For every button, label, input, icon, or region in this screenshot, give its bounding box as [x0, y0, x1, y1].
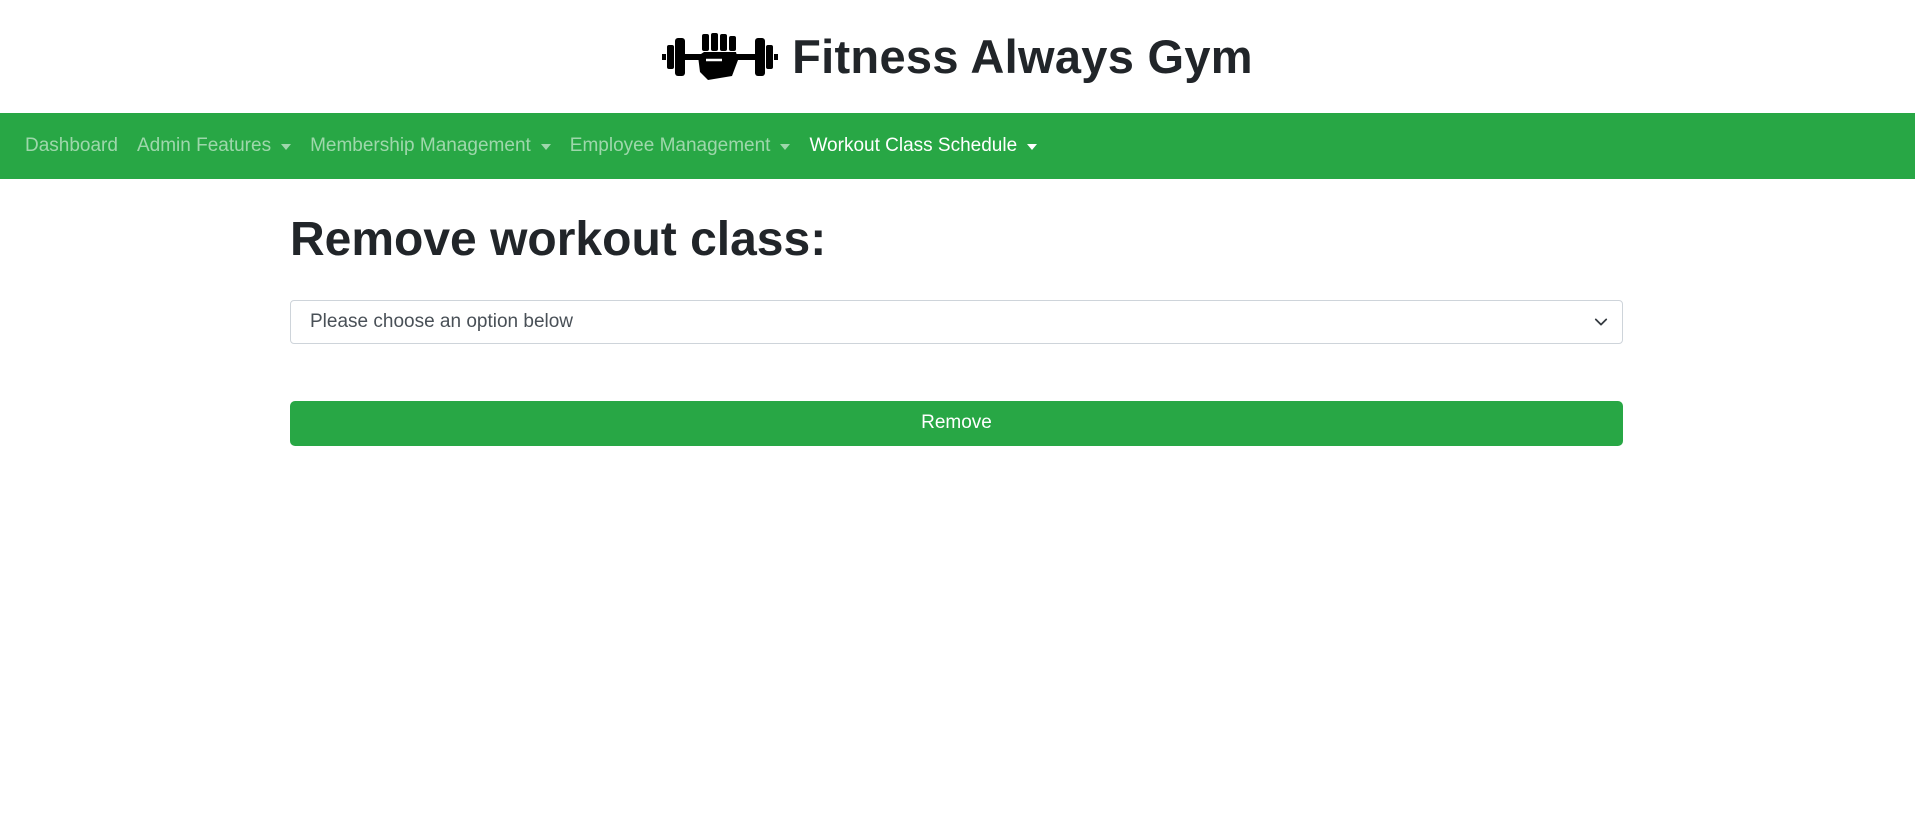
dumbbell-fist-icon	[662, 32, 779, 80]
nav-item-employee-management[interactable]: Employee Management	[570, 135, 791, 157]
page-title: Remove workout class:	[290, 213, 827, 266]
nav-item-label: Membership Management	[310, 135, 531, 156]
nav-item-workout-class-schedule[interactable]: Workout Class Schedule	[809, 135, 1038, 157]
caret-down-icon	[780, 143, 791, 150]
caret-down-icon	[281, 143, 292, 150]
nav-item-label: Workout Class Schedule	[809, 135, 1018, 156]
nav-item-label: Employee Management	[569, 135, 771, 156]
select-value: Please choose an option below	[310, 310, 574, 332]
workout-class-select[interactable]: Please choose an option below	[290, 299, 1623, 344]
nav-item-label: Admin Features	[136, 135, 272, 156]
remove-button[interactable]: Remove	[290, 400, 1623, 446]
brand-header: Fitness Always Gym	[0, 0, 1915, 113]
nav-item-admin-features[interactable]: Admin Features	[136, 135, 292, 157]
nav-item-membership-management[interactable]: Membership Management	[310, 135, 551, 157]
brand-title: Fitness Always Gym	[792, 30, 1253, 83]
caret-down-icon	[540, 143, 551, 150]
nav-item-dashboard[interactable]: Dashboard	[25, 135, 118, 157]
main-navbar: Dashboard Admin Features Membership Mana…	[0, 113, 1915, 179]
nav-item-label: Dashboard	[25, 135, 118, 156]
chevron-down-icon	[1594, 318, 1608, 326]
main-content: Remove workout class: Please choose an o…	[290, 211, 1623, 446]
caret-down-icon	[1027, 143, 1038, 150]
